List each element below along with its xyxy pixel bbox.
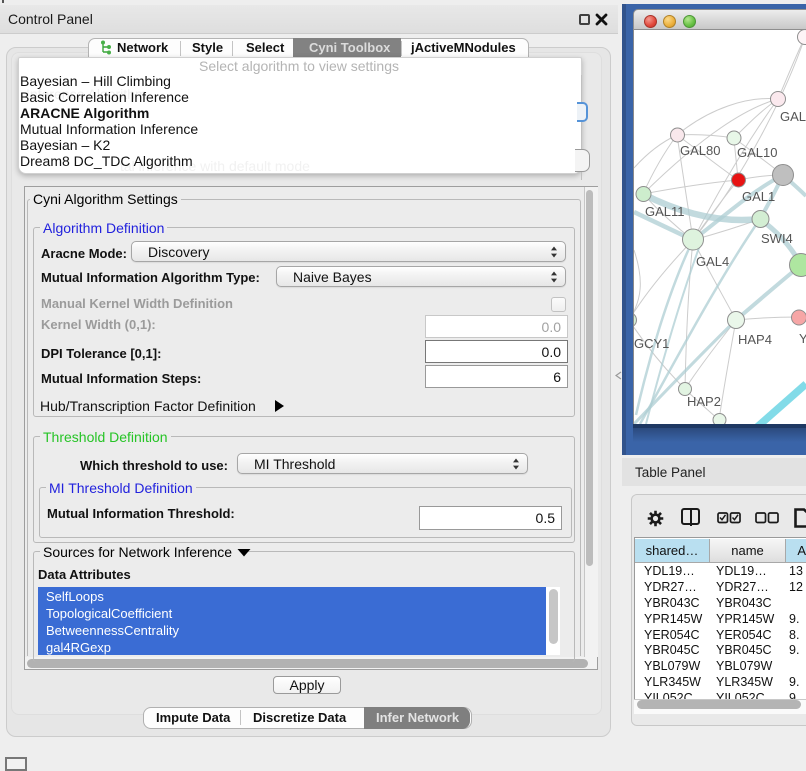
svg-text:Y: Y: [799, 331, 806, 346]
svg-text:GAL: GAL: [780, 109, 806, 124]
svg-text:HAP2: HAP2: [687, 394, 721, 409]
svg-text:GAL4: GAL4: [696, 254, 729, 269]
svg-text:GAL80: GAL80: [680, 143, 720, 158]
svg-text:SWI4: SWI4: [761, 231, 793, 246]
svg-text:GAL11: GAL11: [645, 204, 685, 219]
svg-text:GCY1: GCY1: [634, 336, 669, 351]
svg-text:GAL10: GAL10: [737, 145, 777, 160]
svg-text:HAP4: HAP4: [738, 332, 772, 347]
svg-text:GAL1: GAL1: [742, 189, 775, 204]
